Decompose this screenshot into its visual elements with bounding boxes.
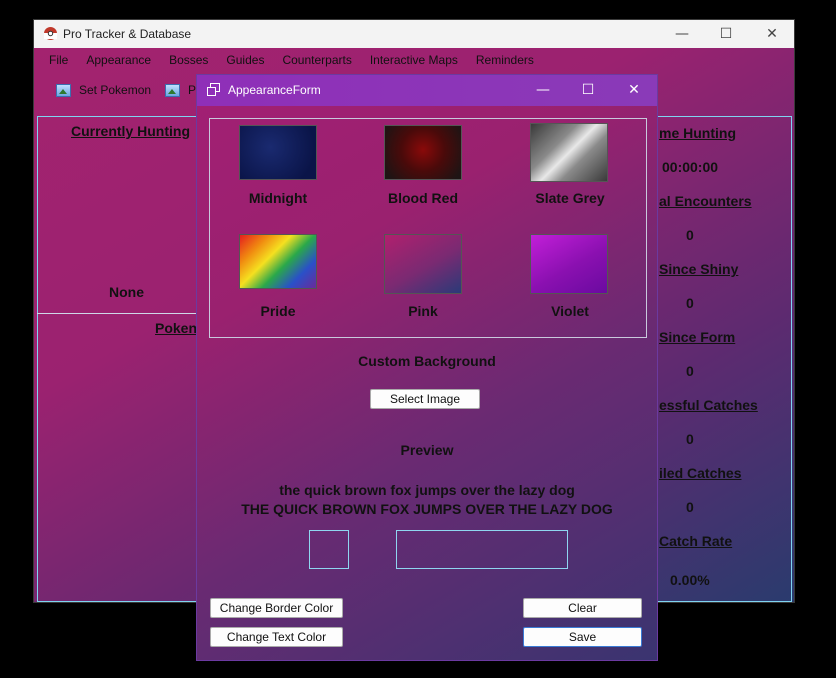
- main-window-title: Pro Tracker & Database: [63, 27, 192, 41]
- swatch-pink[interactable]: [384, 234, 462, 294]
- preview-lowercase-text: the quick brown fox jumps over the lazy …: [279, 482, 575, 498]
- failed-catches-label: iled Catches: [659, 465, 742, 481]
- since-shiny-label: Since Shiny: [659, 261, 739, 277]
- swatch-blood-red-label: Blood Red: [388, 190, 458, 206]
- clear-button[interactable]: Clear: [523, 598, 642, 618]
- swatch-violet-label: Violet: [551, 303, 589, 319]
- catch-rate-label: Catch Rate: [659, 533, 733, 549]
- change-text-color-button[interactable]: Change Text Color: [210, 627, 343, 647]
- app-icon: [44, 27, 57, 40]
- menu-counterparts[interactable]: Counterparts: [273, 53, 360, 71]
- toolbar-button-2-label: P: [188, 83, 197, 97]
- set-pokemon-button[interactable]: Set Pokemon: [56, 83, 151, 97]
- catch-rate-value: 0.00%: [670, 572, 710, 588]
- change-border-color-button[interactable]: Change Border Color: [210, 598, 343, 618]
- menubar: File Appearance Bosses Guides Counterpar…: [40, 53, 543, 71]
- left-divider: [37, 313, 197, 314]
- currently-hunting-label: Currently Hunting: [71, 123, 190, 139]
- menu-file[interactable]: File: [40, 53, 77, 71]
- menu-guides[interactable]: Guides: [217, 53, 273, 71]
- main-titlebar[interactable]: Pro Tracker & Database — ☐ ✕: [34, 20, 794, 48]
- toolbar: Set Pokemon P: [56, 83, 210, 97]
- minimize-button[interactable]: —: [659, 20, 705, 48]
- preview-text-box: [396, 530, 568, 569]
- dialog-minimize-button[interactable]: —: [520, 75, 566, 106]
- since-shiny-value: 0: [686, 295, 694, 311]
- pokemon-label: Poken: [155, 320, 198, 336]
- background-swatch-grid: Midnight Blood Red Slate Grey Pride Pink…: [209, 118, 647, 338]
- swatch-pride-label: Pride: [260, 303, 296, 319]
- preview-uppercase-text: THE QUICK BROWN FOX JUMPS OVER THE LAZY …: [241, 501, 613, 517]
- since-form-value: 0: [686, 363, 694, 379]
- swatch-slate-grey[interactable]: [530, 123, 608, 182]
- failed-catches-value: 0: [686, 499, 694, 515]
- time-hunting-value: 00:00:00: [662, 159, 719, 175]
- swatch-midnight[interactable]: [239, 125, 317, 180]
- hunting-pokemon-value: None: [109, 284, 144, 300]
- menu-reminders[interactable]: Reminders: [467, 53, 543, 71]
- total-encounters-label: al Encounters: [659, 193, 752, 209]
- preview-color-box: [309, 530, 349, 569]
- select-image-button[interactable]: Select Image: [370, 389, 480, 409]
- close-button[interactable]: ✕: [749, 20, 795, 48]
- image-icon: [56, 83, 71, 97]
- total-encounters-value: 0: [686, 227, 694, 243]
- menu-bosses[interactable]: Bosses: [160, 53, 217, 71]
- save-button[interactable]: Save: [523, 627, 642, 647]
- image-icon: [165, 83, 181, 97]
- menu-interactive-maps[interactable]: Interactive Maps: [361, 53, 467, 71]
- dialog-maximize-button[interactable]: ☐: [565, 75, 611, 106]
- since-form-label: Since Form: [659, 329, 736, 345]
- swatch-blood-red[interactable]: [384, 125, 462, 180]
- swatch-violet[interactable]: [530, 234, 608, 294]
- toolbar-button-2[interactable]: P: [165, 83, 196, 97]
- preview-heading: Preview: [400, 442, 454, 458]
- swatch-slate-grey-label: Slate Grey: [535, 190, 605, 206]
- window-icon: [207, 83, 220, 96]
- appearance-dialog: AppearanceForm — ☐ ✕ Midnight Blood Red …: [196, 74, 658, 661]
- swatch-pride[interactable]: [239, 234, 317, 289]
- dialog-title: AppearanceForm: [228, 83, 321, 97]
- swatch-pink-label: Pink: [408, 303, 438, 319]
- successful-catches-label: essful Catches: [659, 397, 758, 413]
- successful-catches-value: 0: [686, 431, 694, 447]
- maximize-button[interactable]: ☐: [703, 20, 749, 48]
- dialog-titlebar[interactable]: AppearanceForm — ☐ ✕: [197, 75, 657, 106]
- set-pokemon-label: Set Pokemon: [79, 83, 152, 97]
- dialog-close-button[interactable]: ✕: [611, 75, 657, 106]
- swatch-midnight-label: Midnight: [248, 190, 308, 206]
- menu-appearance[interactable]: Appearance: [77, 53, 160, 71]
- custom-background-heading: Custom Background: [358, 353, 496, 369]
- time-hunting-label: me Hunting: [659, 125, 736, 141]
